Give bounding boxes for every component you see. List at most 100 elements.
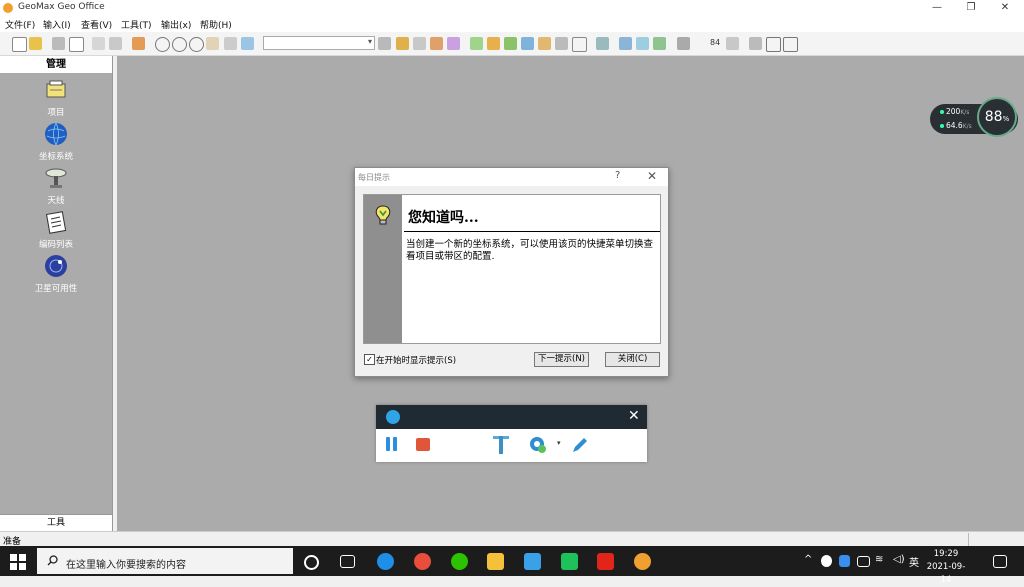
ime-indicator[interactable]: 英 [909, 554, 919, 569]
tool-icon-4[interactable] [447, 37, 460, 50]
view-combo[interactable]: ▾ [263, 36, 375, 50]
next-tip-button[interactable]: 下一提示(N) [534, 352, 589, 367]
stop-icon[interactable] [416, 438, 430, 451]
pencil-icon[interactable] [571, 436, 589, 454]
cortana-icon[interactable] [304, 555, 319, 570]
tip-heading: 您知道吗... [408, 210, 479, 226]
file-explorer-icon[interactable] [487, 553, 504, 570]
close-dialog-button[interactable]: 关闭(C) [605, 352, 660, 367]
dialog-title: 每日提示 [358, 173, 390, 182]
tool-icon-8[interactable] [521, 37, 534, 50]
map-view-icon[interactable] [241, 37, 254, 50]
memory-gauge[interactable]: 88% [977, 97, 1017, 137]
notification-icon[interactable] [993, 555, 1007, 568]
dialog-title-bar: 每日提示 ? ✕ [355, 168, 668, 186]
menu-view[interactable]: 查看(V) [81, 18, 112, 31]
left-panel: 管理 项目 坐标系统 天线 编码列表 卫星可用性 工具 [0, 56, 113, 531]
recorder-close-button[interactable]: ✕ [628, 408, 640, 424]
panel-header[interactable]: 管理 [0, 56, 112, 74]
tool-icon-7[interactable] [504, 37, 517, 50]
tool-icon-5[interactable] [470, 37, 483, 50]
menu-help[interactable]: 帮助(H) [200, 18, 232, 31]
tool-icon-13[interactable] [619, 37, 632, 50]
upload-unit: K/s [960, 109, 970, 116]
grid-icon[interactable] [783, 37, 798, 52]
tool-icon-16[interactable] [726, 37, 739, 50]
tool-icon-12[interactable] [596, 37, 609, 50]
tool-icon-1[interactable] [396, 37, 409, 50]
chevron-down-icon[interactable]: ▾ [557, 439, 561, 447]
tool-icon-2[interactable] [413, 37, 426, 50]
show-on-startup-checkbox[interactable]: ✓ [364, 354, 375, 365]
project-icon [46, 80, 66, 98]
nav-item-antenna[interactable]: 天线 [0, 166, 112, 206]
panel-footer-tools[interactable]: 工具 [0, 514, 112, 531]
wps-office-icon[interactable] [597, 553, 614, 570]
pen-tool-icon[interactable] [492, 434, 510, 456]
menu-input[interactable]: 输入(I) [43, 18, 71, 31]
clock-time: 19:29 [933, 549, 959, 559]
qq-icon[interactable] [821, 555, 832, 567]
menu-output[interactable]: 输出(x) [161, 18, 191, 31]
tool-icon-11[interactable] [572, 37, 587, 52]
volume-icon[interactable]: ◁) [893, 554, 905, 565]
pause-icon[interactable] [386, 437, 398, 451]
tool-icon-10[interactable] [555, 37, 568, 50]
open-folder-icon[interactable] [29, 37, 42, 50]
palette-icon[interactable] [132, 37, 145, 50]
wifi-icon[interactable]: ≋ [875, 554, 883, 565]
print-icon[interactable] [52, 37, 65, 50]
tool-icon-9[interactable] [538, 37, 551, 50]
restore-button[interactable]: ❐ [954, 0, 988, 16]
menu-tools[interactable]: 工具(T) [121, 18, 152, 31]
codelist-icon [45, 211, 67, 234]
chevron-up-icon[interactable]: ^ [804, 554, 812, 565]
help-button[interactable]: ? [615, 170, 620, 181]
new-file-icon[interactable] [12, 37, 27, 52]
geomax-app-icon[interactable] [634, 553, 651, 570]
tool-icon-6[interactable] [487, 37, 500, 50]
iqiyi-icon[interactable] [561, 553, 578, 570]
copy-icon[interactable] [92, 37, 105, 50]
download-unit: K/s [962, 123, 972, 130]
target-icon[interactable] [378, 37, 391, 50]
screen-recorder-bar: ✕ ▾ [376, 405, 647, 462]
nav-item-satellite-availability[interactable]: 卫星可用性 [0, 254, 112, 294]
close-button[interactable]: ✕ [988, 0, 1022, 16]
recorder-logo-icon [386, 410, 400, 424]
menu-file[interactable]: 文件(F) [5, 18, 35, 31]
lightbulb-icon [375, 205, 391, 225]
paste-icon[interactable] [109, 37, 122, 50]
tool-icon-15[interactable] [653, 37, 666, 50]
chrome-icon[interactable] [414, 553, 431, 570]
tool-icon-14[interactable] [636, 37, 649, 50]
toolbar: ▾ 84 [0, 32, 1024, 56]
tool-icon-17[interactable] [749, 37, 762, 50]
clock[interactable]: 19:29 2021-09-14 [922, 548, 970, 587]
webcam-icon[interactable] [529, 436, 547, 454]
nav-item-project[interactable]: 项目 [0, 78, 112, 118]
layers-icon[interactable] [224, 37, 237, 50]
security-shield-icon[interactable] [839, 555, 850, 567]
zoom-in-icon[interactable] [155, 37, 170, 52]
title-bar: GeoMax Geo Office — ❐ ✕ [0, 0, 1024, 16]
pan-hand-icon[interactable] [206, 37, 219, 50]
tool-icon-18[interactable] [766, 37, 781, 52]
zoom-out-icon[interactable] [172, 37, 187, 52]
show-on-startup-label[interactable]: 在开始时显示提示(S) [376, 354, 456, 366]
wechat-icon[interactable] [451, 553, 468, 570]
help-pointer-icon[interactable] [677, 37, 690, 50]
print-preview-icon[interactable] [69, 37, 84, 52]
minimize-button[interactable]: — [920, 0, 954, 16]
taskbar-search-box[interactable]: 在这里输入你要搜索的内容 [37, 548, 293, 574]
zoom-extent-icon[interactable] [189, 37, 204, 52]
recorder-app-icon[interactable] [524, 553, 541, 570]
edge-browser-icon[interactable] [377, 553, 394, 570]
battery-icon[interactable] [857, 556, 870, 567]
windows-start-icon[interactable] [10, 554, 26, 570]
task-view-icon[interactable] [340, 555, 355, 568]
nav-item-code-list[interactable]: 编码列表 [0, 210, 112, 250]
dialog-close-button[interactable]: ✕ [647, 169, 657, 183]
tool-icon-3[interactable] [430, 37, 443, 50]
nav-item-coordinate-system[interactable]: 坐标系统 [0, 122, 112, 162]
